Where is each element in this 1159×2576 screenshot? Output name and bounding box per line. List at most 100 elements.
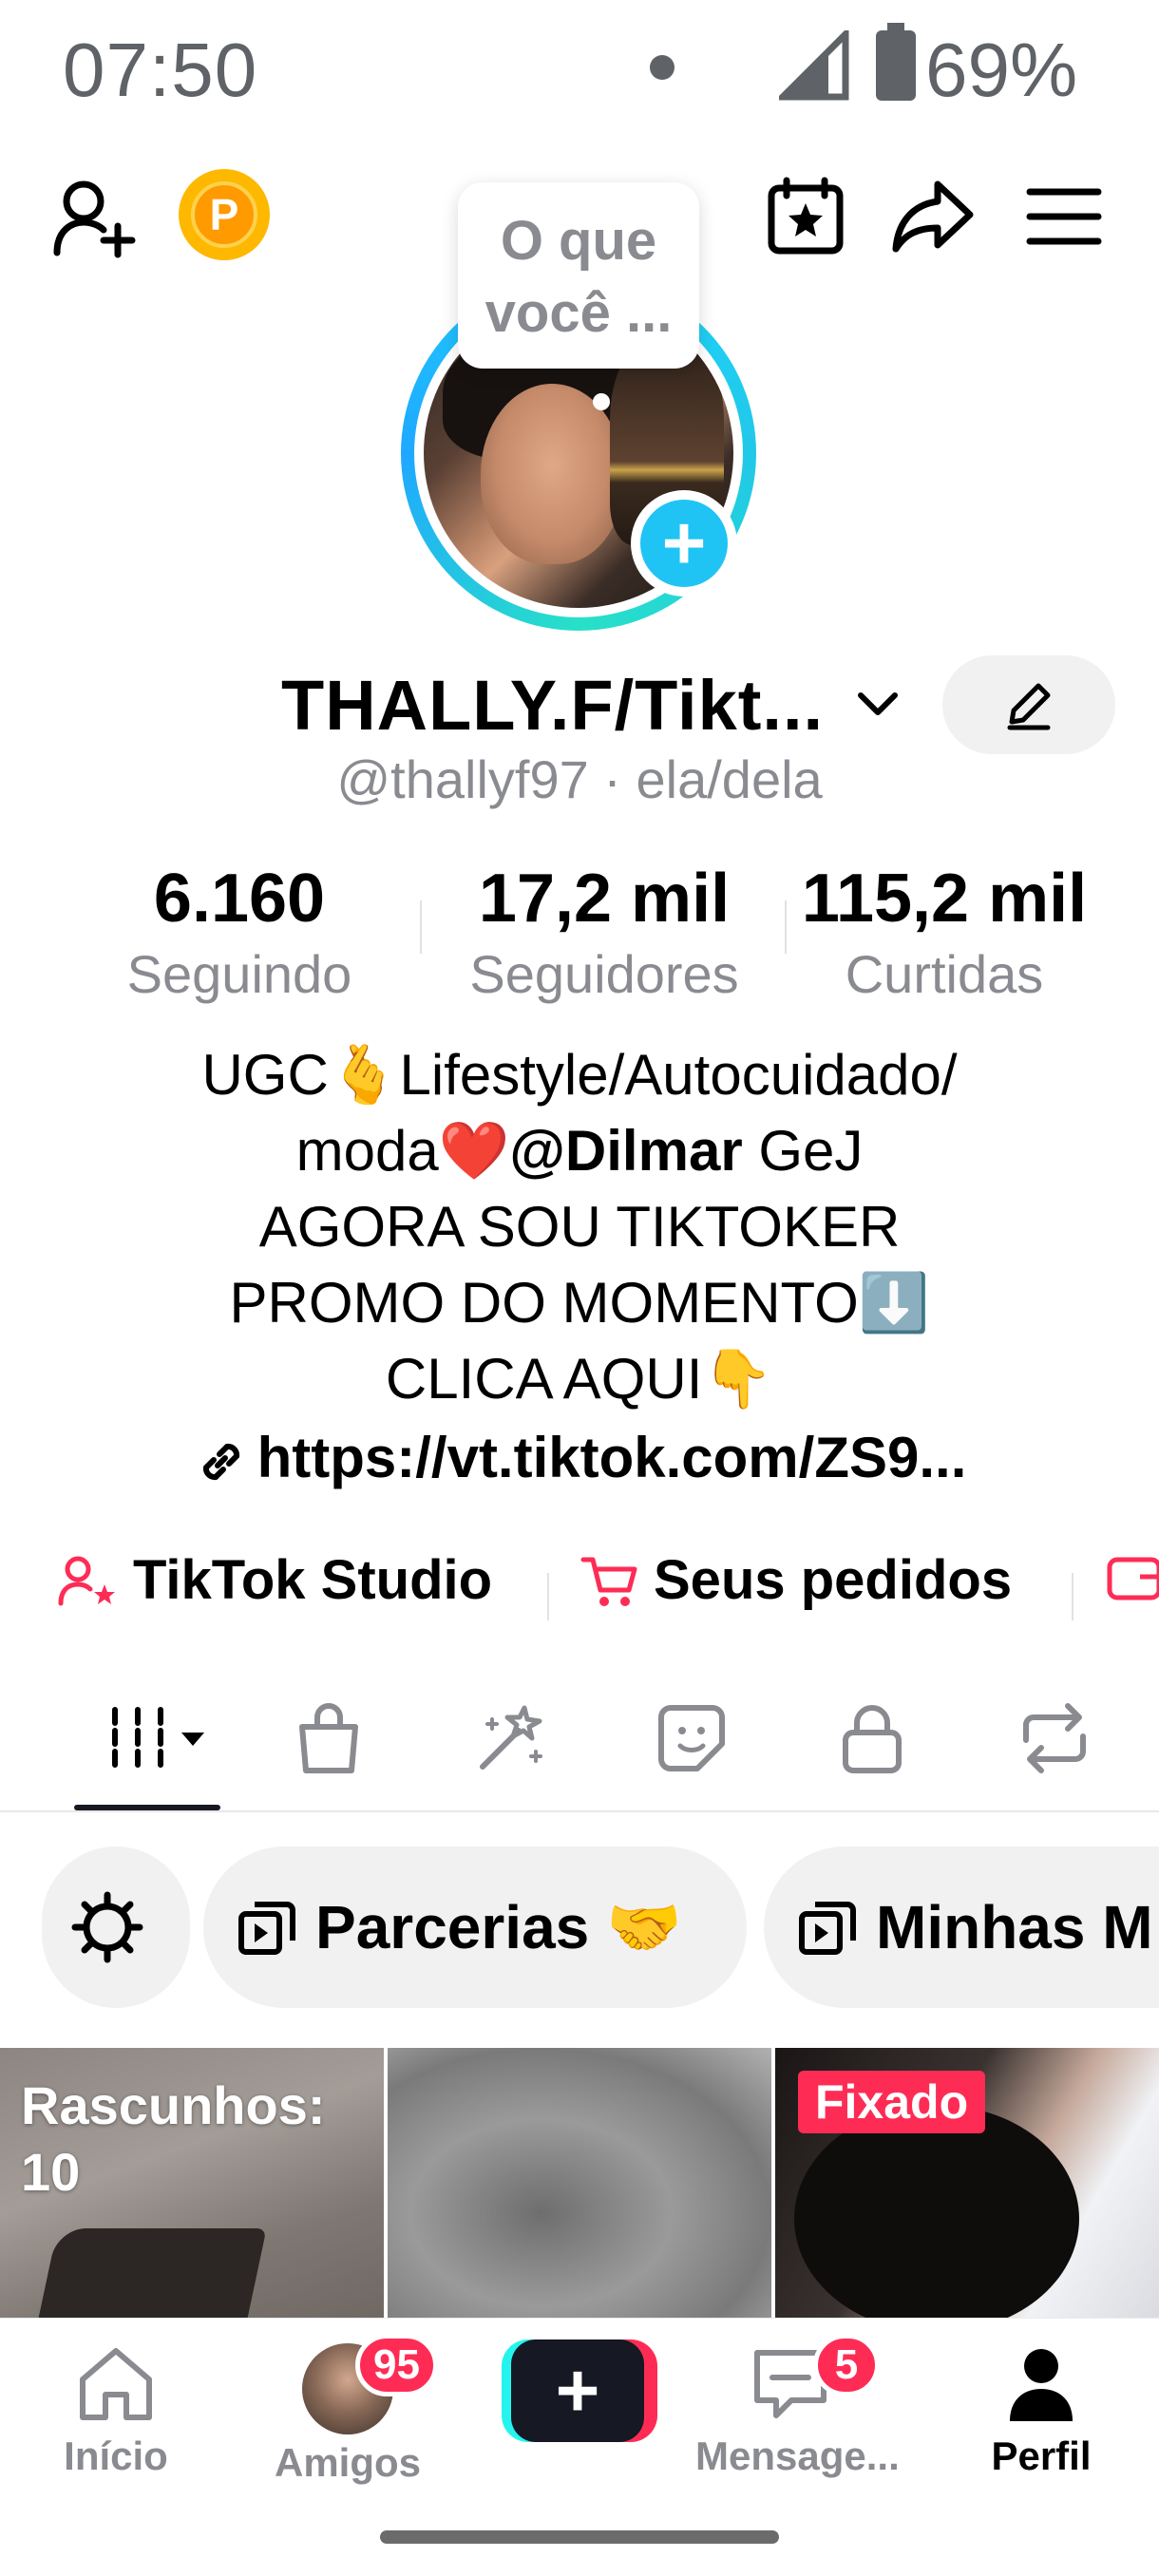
collection-chip-mine[interactable]: Minhas M xyxy=(764,1847,1159,2008)
share-profile-button[interactable] xyxy=(885,169,980,264)
create-button[interactable]: + xyxy=(502,2339,657,2442)
wallet-button[interactable] xyxy=(1106,1548,1159,1605)
your-orders-button[interactable]: Seus pedidos xyxy=(580,1548,1012,1612)
stat-label: Seguidores xyxy=(469,944,739,1004)
nav-home[interactable]: Início xyxy=(21,2343,211,2479)
battery-percentage: 69% xyxy=(925,28,1078,112)
stat-value: 6.160 xyxy=(153,861,326,937)
coin-icon: P xyxy=(191,181,257,248)
tab-videos[interactable] xyxy=(91,1691,224,1786)
chip-label: Parcerias 🤝 xyxy=(315,1892,682,1961)
friends-badge: 95 xyxy=(355,2334,438,2396)
stat-divider xyxy=(420,900,422,954)
tab-reposts[interactable] xyxy=(998,1691,1112,1786)
hamburger-menu-icon xyxy=(1026,188,1102,245)
home-indicator[interactable] xyxy=(380,2530,779,2544)
repost-icon xyxy=(1023,1703,1086,1773)
nav-label: Amigos xyxy=(274,2440,421,2485)
tab-private[interactable] xyxy=(815,1691,929,1786)
tab-shop[interactable] xyxy=(272,1691,386,1786)
stat-likes[interactable]: 115,2 mil Curtidas xyxy=(787,855,1102,1007)
bio-text: GeJ xyxy=(742,1119,864,1183)
link-icon xyxy=(202,1444,239,1481)
messages-badge: 5 xyxy=(813,2334,880,2396)
stat-label: Curtidas xyxy=(845,944,1044,1004)
quick-actions: TikTok Studio Seus pedidos xyxy=(0,1539,1159,1634)
chip-label: Minhas M xyxy=(876,1893,1153,1961)
nav-label: Mensage... xyxy=(695,2434,900,2478)
nav-friends[interactable]: 95 Amigos xyxy=(253,2334,443,2486)
note-bubble[interactable]: O que você ... xyxy=(458,182,699,369)
video-thumbnail[interactable] xyxy=(388,2048,771,2323)
bottom-navigation: Início 95 Amigos + 5 Mensage... Perfil xyxy=(0,2318,1159,2489)
menu-button[interactable] xyxy=(1016,169,1112,264)
tiktok-studio-button[interactable]: TikTok Studio xyxy=(57,1548,492,1612)
chevron-down-icon[interactable] xyxy=(851,676,904,729)
sparkle-icon xyxy=(480,1705,542,1770)
bio-link-text: https://vt.tiktok.com/ZS9... xyxy=(256,1426,967,1489)
collections-settings-button[interactable] xyxy=(42,1847,190,2008)
pencil-icon xyxy=(1007,683,1051,730)
pinned-badge: Fixado xyxy=(798,2071,986,2133)
video-grid: Rascunhos: 10 Fixado xyxy=(0,2048,1159,2323)
add-person-icon xyxy=(53,180,136,258)
quick-action-label: TikTok Studio xyxy=(133,1549,493,1611)
home-icon xyxy=(80,2348,152,2420)
signal-icon xyxy=(779,30,849,101)
profile-bio: UGC🫰Lifestyle/Autocuidado/ moda❤️@Dilmar… xyxy=(0,1037,1159,1417)
stat-value: 17,2 mil xyxy=(478,861,731,937)
cart-icon xyxy=(580,1557,637,1606)
coins-button[interactable]: P xyxy=(179,169,270,260)
person-star-icon xyxy=(58,1556,115,1605)
bio-line: CLICA AQUI👇 xyxy=(385,1347,774,1411)
stat-followers[interactable]: 17,2 mil Seguidores xyxy=(452,855,756,1007)
pinned-video-thumbnail[interactable]: Fixado xyxy=(775,2048,1159,2323)
name-row: THALLY.F/Tikt... xyxy=(0,655,1159,754)
tab-stickers[interactable] xyxy=(635,1691,749,1786)
stat-value: 115,2 mil xyxy=(801,861,1088,937)
plus-icon: + xyxy=(640,500,728,587)
share-arrow-icon xyxy=(892,180,974,253)
add-story-button[interactable]: + xyxy=(631,490,737,597)
shopping-bag-icon xyxy=(299,1703,358,1773)
display-name[interactable]: THALLY.F/Tikt... xyxy=(281,665,824,746)
content-tabs xyxy=(0,1672,1159,1812)
drafts-thumbnail[interactable]: Rascunhos: 10 xyxy=(0,2048,384,2323)
nav-messages[interactable]: 5 Mensage... xyxy=(695,2334,900,2479)
lock-icon xyxy=(843,1705,902,1773)
notification-dot-icon xyxy=(650,55,674,80)
playlist-icon xyxy=(238,1902,295,1955)
add-friend-button[interactable] xyxy=(46,169,141,264)
calendar-star-icon xyxy=(768,177,844,255)
collections-chips: Parcerias 🤝 Minhas M xyxy=(0,1847,1159,2010)
heart-emoji: ❤️ xyxy=(438,1119,510,1183)
collection-chip-partnerships[interactable]: Parcerias 🤝 xyxy=(203,1847,747,2008)
nav-label: Início xyxy=(64,2434,168,2478)
stat-following[interactable]: 6.160 Seguindo xyxy=(95,855,384,1007)
quick-action-divider xyxy=(547,1573,549,1620)
username: @thallyf97 · ela/dela xyxy=(336,749,823,809)
bubble-tail xyxy=(593,393,610,410)
edit-profile-button[interactable] xyxy=(942,655,1115,754)
gear-icon xyxy=(71,1891,143,1963)
bio-mention-link[interactable]: @Dilmar xyxy=(509,1119,742,1183)
note-bubble-text: O que você ... xyxy=(484,210,673,344)
nav-label: Perfil xyxy=(991,2434,1092,2478)
quick-action-label: Seus pedidos xyxy=(654,1549,1013,1611)
quick-action-divider xyxy=(1072,1573,1074,1620)
status-bar: 07:50 69% xyxy=(0,0,1159,142)
tab-effects[interactable] xyxy=(454,1691,568,1786)
plus-icon: + xyxy=(511,2339,644,2442)
nav-profile[interactable]: Perfil xyxy=(946,2343,1136,2479)
bio-link[interactable]: https://vt.tiktok.com/ZS9... xyxy=(0,1425,1159,1490)
grid-icon xyxy=(112,1707,204,1770)
events-button[interactable] xyxy=(760,169,851,264)
active-tab-indicator xyxy=(74,1805,220,1810)
bio-text: moda xyxy=(295,1119,439,1183)
playlist-icon xyxy=(799,1902,856,1955)
bio-line: PROMO DO MOMENTO⬇️ xyxy=(229,1271,930,1335)
bio-line: AGORA SOU TIKTOKER xyxy=(258,1195,901,1259)
battery-icon xyxy=(876,23,916,101)
bio-line: UGC🫰Lifestyle/Autocuidado/ xyxy=(201,1043,958,1107)
wallet-icon xyxy=(1107,1557,1159,1601)
